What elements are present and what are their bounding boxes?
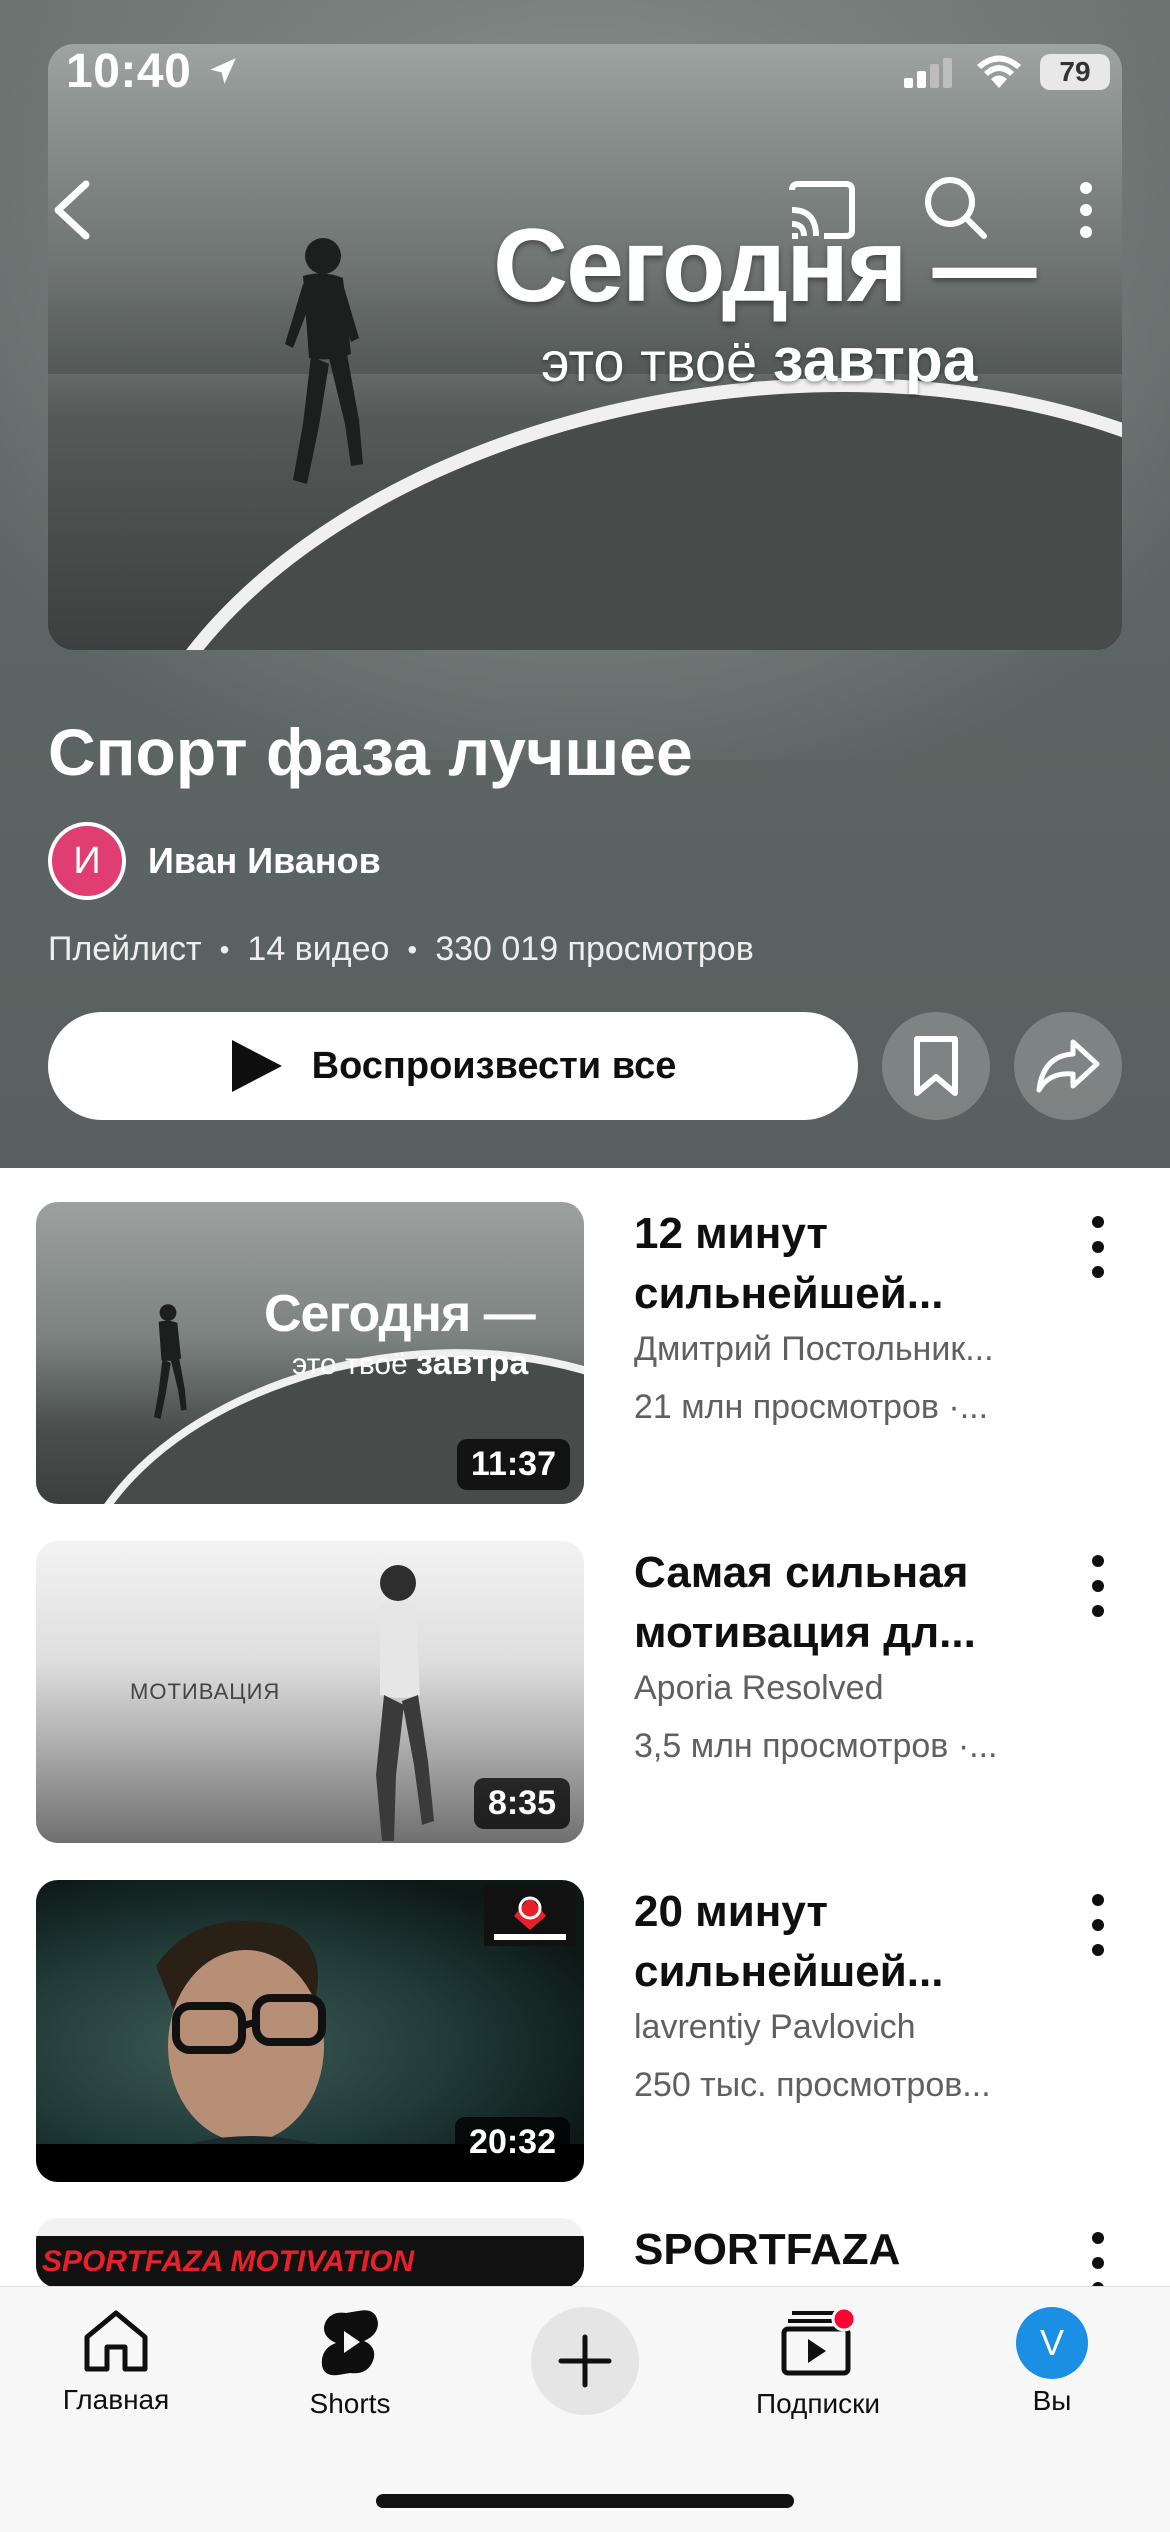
share-button[interactable] <box>1014 1012 1122 1120</box>
thumb-line2-end: завтра <box>416 1344 529 1382</box>
thumb-caption: МОТИВАЦИЯ <box>130 1679 281 1704</box>
home-icon <box>84 2310 148 2372</box>
meta-separator: • <box>407 933 418 965</box>
home-indicator <box>376 2494 794 2508</box>
create-button[interactable] <box>531 2307 639 2415</box>
thumb-line1: Сегодня — <box>264 1285 536 1343</box>
duration-badge: 20:32 <box>455 2117 570 2168</box>
cover-line2-end: завтра <box>772 326 978 395</box>
more-vertical-icon[interactable] <box>1080 1212 1116 1282</box>
playlist-meta: Плейлист • 14 видео • 330 019 просмотров <box>48 930 754 969</box>
shorts-icon <box>321 2310 378 2376</box>
save-playlist-button[interactable] <box>882 1012 990 1120</box>
nav-subscriptions[interactable]: Подписки <box>718 2306 918 2420</box>
video-title[interactable]: 12 минут сильнейшей... <box>634 1204 1074 1324</box>
plus-icon <box>558 2334 612 2388</box>
video-views: 3,5 млн просмотров ·... <box>634 1727 998 1765</box>
search-icon[interactable] <box>920 172 990 242</box>
cover-caption: Сегодня — это твоё завтра <box>493 214 1036 405</box>
man-portrait-figure <box>156 1921 356 2156</box>
playlist-header: Сегодня — это твоё завтра 10:40 79 Спорт… <box>0 0 1170 1168</box>
share-arrow-icon <box>1036 1039 1100 1093</box>
video-channel: Aporia Resolved <box>634 1669 884 1707</box>
cast-icon[interactable] <box>786 180 856 240</box>
status-time: 10:40 <box>66 45 192 98</box>
status-bar: 10:40 79 <box>0 0 1170 140</box>
location-arrow-icon <box>210 58 236 84</box>
video-title[interactable]: 20 минут сильнейшей... <box>634 1882 1074 2002</box>
runner-figure <box>285 238 363 484</box>
playlist-title: Спорт фаза лучшее <box>48 715 693 789</box>
video-thumbnail[interactable]: 20:32 <box>36 1880 584 2182</box>
wifi-icon <box>977 55 1021 88</box>
nav-home-label: Главная <box>62 2384 170 2415</box>
nav-you[interactable]: V Вы <box>952 2307 1152 2417</box>
runner-figure <box>154 1304 187 1419</box>
meta-views: 330 019 просмотров <box>435 930 754 968</box>
video-views: 21 млн просмотров ·... <box>634 1388 989 1426</box>
nav-you-label: Вы <box>1032 2385 1072 2416</box>
user-avatar: V <box>1016 2307 1088 2379</box>
sportfaza-logo-icon <box>484 1886 576 1946</box>
cover-line2: это твоё завтра <box>541 318 1034 405</box>
meta-type: Плейлист <box>48 930 202 968</box>
more-vertical-icon[interactable] <box>1080 2228 1116 2288</box>
meta-separator: • <box>219 933 230 965</box>
thumb-line2-pre: это <box>292 1348 337 1381</box>
back-arrow-icon[interactable] <box>46 178 96 242</box>
nav-shorts-label: Shorts <box>309 2388 391 2419</box>
playlist-owner[interactable]: И Иван Иванов <box>48 822 381 900</box>
thumb-caption: Сегодня — это твоё завтра <box>264 1284 536 1383</box>
duration-badge: 8:35 <box>473 1778 570 1829</box>
video-thumbnail[interactable]: МОТИВАЦИЯ 8:35 <box>36 1541 584 1843</box>
cover-line2-mid: твоё <box>640 330 758 393</box>
play-all-button[interactable]: Воспроизвести все <box>48 1012 858 1120</box>
meta-count: 14 видео <box>247 930 390 968</box>
thumb-line2: это твоё завтра <box>292 1344 535 1383</box>
cellular-signal-icon <box>904 58 952 88</box>
subscriptions-icon <box>781 2306 857 2376</box>
thumb-line2-mid: твоё <box>345 1348 408 1381</box>
video-title[interactable]: Самая сильная мотивация дл... <box>634 1543 1074 1663</box>
video-title[interactable]: SPORTFAZA <box>634 2220 1074 2280</box>
list-item[interactable]: МОТИВАЦИЯ 8:35 Самая сильная мотивация д… <box>0 1541 1170 1851</box>
list-item[interactable]: Сегодня — это твоё завтра 11:37 12 минут… <box>0 1202 1170 1512</box>
list-item[interactable]: 20:32 20 минут сильнейшей... lavrentiy P… <box>0 1880 1170 2190</box>
thumb-caption: SPORTFAZA MOTIVATION <box>36 2236 584 2288</box>
owner-name[interactable]: Иван Иванов <box>148 840 381 882</box>
more-vertical-icon[interactable] <box>1074 180 1098 240</box>
cover-line2-pre: это <box>541 330 625 393</box>
owner-avatar[interactable]: И <box>48 822 126 900</box>
video-channel: Дмитрий Постольник... <box>634 1330 994 1368</box>
more-vertical-icon[interactable] <box>1080 1551 1116 1621</box>
nav-home[interactable]: Главная <box>16 2307 216 2416</box>
nav-subscriptions-label: Подписки <box>755 2388 881 2419</box>
runner-woman-figure <box>376 1565 434 1841</box>
video-thumbnail[interactable]: SPORTFAZA MOTIVATION <box>36 2218 584 2288</box>
video-channel: lavrentiy Pavlovich <box>634 2008 916 2046</box>
battery-indicator: 79 <box>1040 54 1110 90</box>
duration-badge: 11:37 <box>456 1439 570 1490</box>
list-item[interactable]: SPORTFAZA MOTIVATION SPORTFAZA <box>0 2218 1170 2288</box>
bookmark-icon <box>914 1036 958 1096</box>
more-vertical-icon[interactable] <box>1080 1890 1116 1960</box>
play-icon <box>231 1040 282 1092</box>
video-views: 250 тыс. просмотров... <box>634 2066 991 2104</box>
nav-shorts[interactable]: Shorts <box>250 2307 450 2420</box>
play-all-label: Воспроизвести все <box>311 1044 677 1087</box>
video-thumbnail[interactable]: Сегодня — это твоё завтра 11:37 <box>36 1202 584 1504</box>
